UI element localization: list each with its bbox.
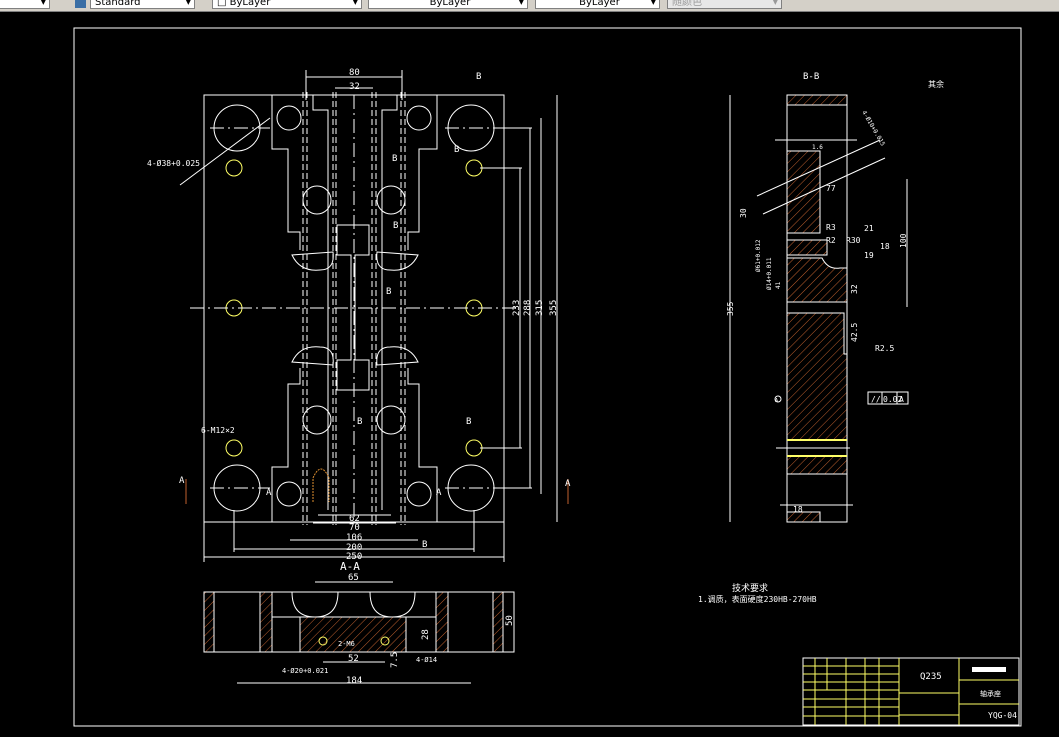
dim-label: 315 — [535, 300, 545, 316]
dim-label: 32 — [850, 284, 859, 294]
roughness-label: 1.6 — [812, 144, 823, 151]
text-style-dropdown[interactable]: Standard ▼ — [90, 0, 195, 9]
section-mark: B — [392, 154, 397, 164]
roughness-note: 其余 — [928, 79, 944, 89]
dim-label: 288 — [523, 300, 533, 316]
drawing-number-label: YQG-04 — [988, 711, 1017, 720]
chevron-down-icon: ▼ — [772, 0, 778, 6]
part-name-label: 轴承座 — [980, 689, 1001, 698]
section-mark: B — [357, 417, 362, 427]
chevron-down-icon: ▼ — [650, 0, 656, 6]
title-block-redacted-field — [972, 667, 1006, 672]
tech-requirement-item: 1.调质，表面硬度230HB-270HB — [698, 594, 817, 604]
dim-label: 233 — [512, 300, 522, 316]
dim-label: 106 — [346, 533, 362, 543]
linetype-dropdown[interactable]: ByLayer ▼ — [368, 0, 528, 9]
chevron-down-icon: ▼ — [518, 0, 524, 6]
datum-label: A — [775, 398, 778, 404]
dim-label: 355 — [726, 301, 735, 316]
section-mark: B — [393, 221, 398, 231]
section-mark: A — [266, 488, 272, 498]
section-mark: A — [565, 479, 571, 489]
section-mark: B — [466, 417, 471, 427]
tech-requirements-title: 技术要求 — [732, 582, 768, 594]
layer-dropdown[interactable]: □ ByLayer ▼ — [212, 0, 362, 9]
tech-requirements: 技术要求 1.调质，表面硬度230HB-270HB — [698, 582, 817, 604]
dim-label: R2.5 — [875, 344, 894, 353]
dim-label: 2-M6 — [338, 640, 355, 648]
section-mark: B — [454, 145, 459, 155]
section-title: B-B — [803, 72, 819, 82]
tolerance-datum: A — [899, 395, 904, 404]
chevron-down-icon: ▼ — [40, 0, 46, 6]
dim-label: 77 — [826, 184, 836, 193]
dim-label: 42.5 — [850, 323, 859, 342]
dimension-style-dropdown[interactable]: ▼ — [0, 0, 50, 9]
tolerance-symbol: // — [871, 395, 881, 404]
plot-style-dropdown[interactable]: 随颜色 ▼ — [667, 0, 782, 9]
dim-label: R3 — [826, 223, 836, 232]
section-title: A-A — [340, 560, 360, 573]
section-mark: B — [386, 287, 391, 297]
dim-label: Ø61+0.012 — [755, 239, 762, 272]
dim-label: 355 — [549, 300, 559, 316]
dim-label: 21 — [864, 224, 874, 233]
drawing-canvas[interactable]: 80 32 233 288 315 355 62 70 106 200 250 … — [0, 12, 1059, 737]
dim-label: R2 — [826, 236, 836, 245]
dim-label: 65 — [348, 573, 359, 583]
chevron-down-icon: ▼ — [185, 0, 191, 6]
dim-label: 70 — [349, 523, 360, 533]
dim-label: 41 — [775, 281, 782, 289]
dim-label: 32 — [349, 82, 360, 92]
section-mark: A — [436, 488, 442, 498]
chevron-down-icon: ▼ — [352, 0, 358, 6]
text-style-icon[interactable] — [75, 0, 86, 8]
section-mark: B — [422, 540, 427, 550]
dim-label: 52 — [348, 654, 359, 664]
dim-label: 184 — [346, 676, 362, 686]
dim-label: 80 — [349, 68, 360, 78]
properties-toolbar: ▼ Standard ▼ □ ByLayer ▼ ByLayer ▼ ByLayer ▼… — [0, 0, 1059, 12]
dim-label: 28 — [421, 629, 431, 640]
dim-label: 19 — [864, 251, 874, 260]
dim-label: 100 — [899, 233, 908, 248]
section-mark: B — [476, 72, 481, 82]
dim-label: 30 — [739, 208, 748, 218]
dim-label: 4-Ø10+0.015 — [860, 110, 886, 148]
dim-label: 4-Ø20+0.021 — [282, 667, 328, 675]
main-view — [179, 70, 569, 562]
material-label: Q235 — [920, 672, 942, 682]
dim-label: R30 — [846, 236, 861, 245]
dim-label: 4-Ø14 — [416, 656, 437, 664]
dim-label: 50 — [505, 615, 515, 626]
section-b-b — [729, 94, 909, 523]
dim-label: 18 — [793, 505, 803, 514]
lineweight-dropdown[interactable]: ByLayer ▼ — [535, 0, 660, 9]
thread-note: 6-M12×2 — [201, 426, 235, 435]
dim-label: 18 — [880, 242, 890, 251]
dim-label: 7.5 — [390, 652, 400, 668]
section-mark: A — [179, 476, 185, 486]
section-a-a — [203, 581, 515, 684]
dim-label: Ø14+0.011 — [766, 257, 773, 290]
hole-note: 4-Ø38+0.025 — [147, 158, 200, 168]
